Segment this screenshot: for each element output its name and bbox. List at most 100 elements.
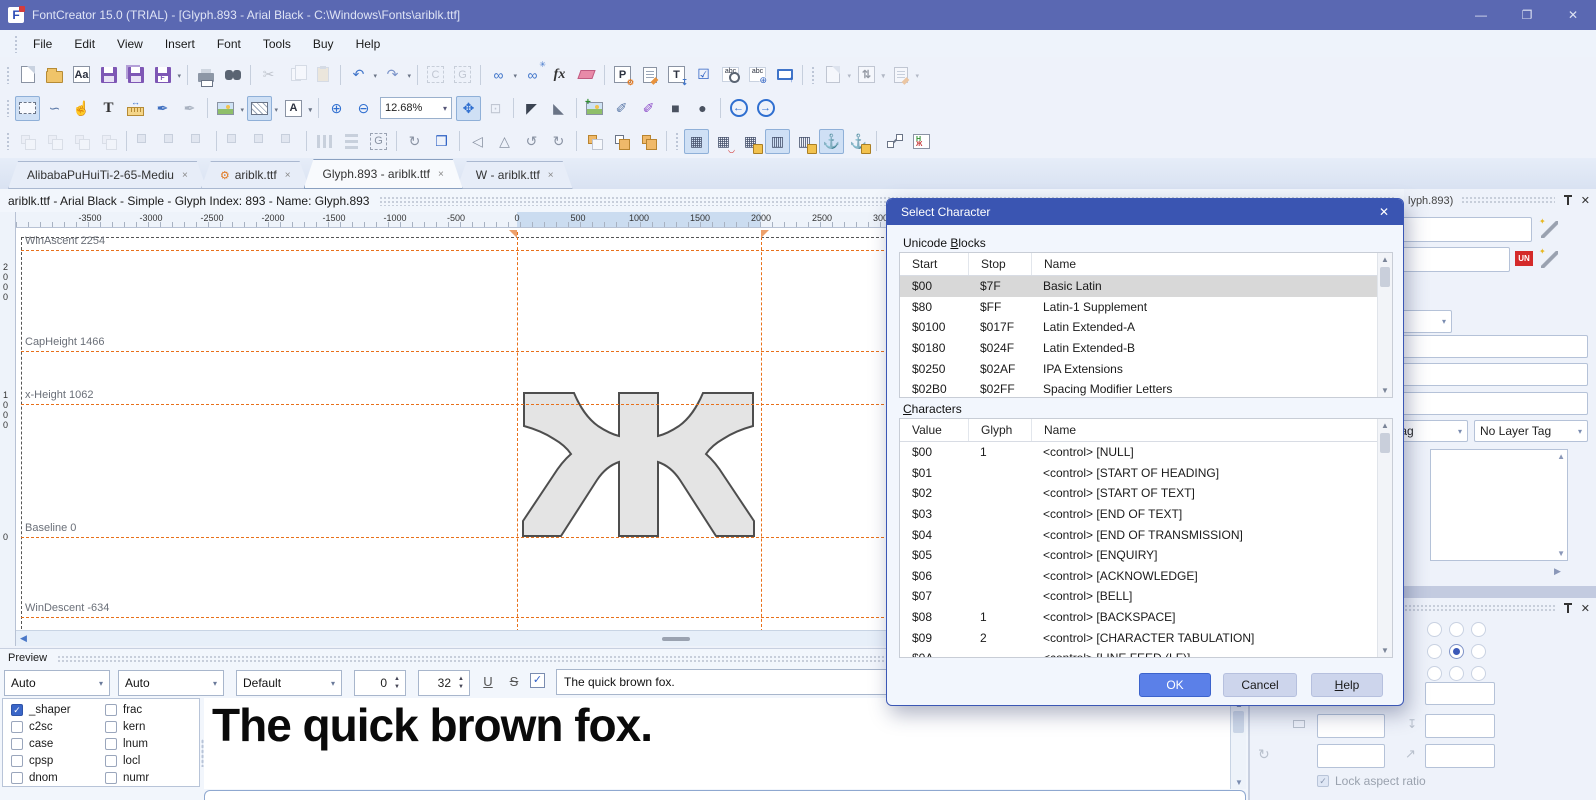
menu-item-edit[interactable]: Edit <box>63 33 106 55</box>
pan-tool-button[interactable]: ☝ <box>69 96 94 121</box>
rotation-field[interactable] <box>1317 744 1385 768</box>
scrollbar-thumb[interactable] <box>1380 267 1390 287</box>
scroll-up-icon[interactable]: ▲ <box>1557 452 1565 461</box>
lock-anchors-button[interactable]: ⚓ <box>846 129 871 154</box>
scrollbar-thumb[interactable] <box>1380 433 1390 453</box>
sidebearing-marker-icon[interactable] <box>509 230 517 238</box>
measure-tool-button[interactable] <box>123 96 148 121</box>
copy-button[interactable] <box>283 62 308 87</box>
flip-vertical-button[interactable]: △ <box>492 129 517 154</box>
table-row[interactable]: $01<control> [START OF HEADING] <box>900 463 1377 484</box>
width-field[interactable] <box>1317 714 1385 738</box>
dropdown-caret-icon[interactable]: ▾ <box>513 72 517 80</box>
draw-brush-button[interactable]: ✐ <box>636 96 661 121</box>
preview-text-area[interactable]: The quick brown fox. <box>204 698 1230 789</box>
insert-composite-member-button[interactable]: G <box>366 129 391 154</box>
font-color-button[interactable]: A▾ <box>281 96 306 121</box>
sort-glyphs-button[interactable]: ⇅▾ <box>854 62 879 87</box>
tab-close-icon[interactable]: × <box>438 169 444 180</box>
scroll-down-icon[interactable]: ▼ <box>1557 549 1565 558</box>
feature-lnum[interactable]: lnum <box>105 738 148 750</box>
feature-kern[interactable]: kern <box>105 721 145 733</box>
origin-radio-2-0[interactable] <box>1427 666 1442 681</box>
table-row[interactable]: $0100$017FLatin Extended-A <box>900 317 1377 338</box>
expand-icon[interactable]: ▶ <box>1554 566 1561 577</box>
table-scrollbar[interactable]: ▲▼ <box>1377 253 1392 397</box>
show-points-button[interactable]: ◣ <box>546 96 571 121</box>
bring-to-front-button[interactable] <box>15 129 40 154</box>
magic-wand-icon[interactable] <box>1541 251 1558 268</box>
glyph-transformer-button[interactable]: T↧ <box>664 62 689 87</box>
tracking-spinner[interactable]: 0▲▼ <box>354 670 406 696</box>
draw-rectangle-button[interactable]: ■ <box>663 96 688 121</box>
web-preview-button[interactable]: abc <box>745 62 770 87</box>
origin-radio-0-0[interactable] <box>1427 622 1442 637</box>
feature-checkbox[interactable] <box>105 755 117 767</box>
pin-icon[interactable] <box>1563 195 1573 207</box>
scrollbar-thumb[interactable] <box>662 637 690 641</box>
fill-options-button[interactable]: ▾ <box>247 96 272 121</box>
table-row[interactable]: $0180$024FLatin Extended-B <box>900 338 1377 359</box>
align-center-button[interactable] <box>159 129 184 154</box>
ok-button[interactable]: OK <box>1139 673 1211 697</box>
lock-grid-button[interactable]: ▦ <box>738 129 763 154</box>
origin-radio-1-2[interactable] <box>1471 644 1486 659</box>
feature-checkbox[interactable] <box>11 721 23 733</box>
menu-item-buy[interactable]: Buy <box>302 33 345 55</box>
sidebearing-guide[interactable] <box>517 232 518 630</box>
select-tool-button[interactable] <box>15 96 40 121</box>
feature-frac[interactable]: frac <box>105 704 142 716</box>
feature-c2sc[interactable]: c2sc <box>11 721 53 733</box>
underline-button[interactable]: U <box>483 674 492 689</box>
table-row[interactable]: $03<control> [END OF TEXT] <box>900 504 1377 525</box>
dropdown-caret-icon[interactable]: ▾ <box>240 106 244 114</box>
origin-radio-0-2[interactable] <box>1471 622 1486 637</box>
tab-close-icon[interactable]: × <box>548 170 554 181</box>
find-glyph-button[interactable] <box>220 62 245 87</box>
column-header-stop[interactable]: Stop <box>968 253 1031 275</box>
tab-w-ariblk-ttf[interactable]: W - ariblk.ttf× <box>457 161 573 189</box>
new-font-button[interactable] <box>15 62 40 87</box>
previous-glyph-button[interactable]: ← <box>726 96 751 121</box>
lock-guidelines-button[interactable]: ▥ <box>792 129 817 154</box>
align-left-button[interactable] <box>132 129 157 154</box>
distribute-vertically-button[interactable] <box>339 129 364 154</box>
sidebearing-guide[interactable] <box>761 232 762 630</box>
table-row[interactable]: $05<control> [ENQUIRY] <box>900 545 1377 566</box>
spinner-arrows-icon[interactable]: ▲▼ <box>455 675 469 691</box>
tab-close-icon[interactable]: × <box>285 170 291 181</box>
transform-y-field[interactable] <box>1425 682 1495 705</box>
freehand-tool-button[interactable]: ∽ <box>42 96 67 121</box>
feature-checkbox[interactable] <box>11 738 23 750</box>
table-row[interactable]: $02<control> [START OF TEXT] <box>900 483 1377 504</box>
script-combobox[interactable]: Auto▾ <box>4 670 110 696</box>
layer-tag-dropdown[interactable]: No Layer Tag ▾ <box>1474 420 1588 442</box>
exclude-contours-button[interactable] <box>636 129 661 154</box>
glyph-overview-button[interactable]: ▾ <box>888 62 913 87</box>
table-row[interactable]: $001<control> [NULL] <box>900 442 1377 463</box>
copy-glyph-button[interactable]: G <box>450 62 475 87</box>
pin-icon[interactable] <box>1563 603 1573 615</box>
align-middle-button[interactable] <box>249 129 274 154</box>
menu-item-help[interactable]: Help <box>345 33 392 55</box>
feature-cpsp[interactable]: cpsp <box>11 755 53 767</box>
dialog-title-bar[interactable]: Select Character ✕ <box>887 199 1403 225</box>
contour-operations-button[interactable] <box>882 129 907 154</box>
form-editor-button[interactable] <box>637 62 662 87</box>
send-to-back-button[interactable] <box>42 129 67 154</box>
menu-item-file[interactable]: File <box>22 33 63 55</box>
language-combobox[interactable]: Auto▾ <box>118 670 224 696</box>
insert-image-button[interactable] <box>582 96 607 121</box>
save-button[interactable] <box>96 62 121 87</box>
column-header-name[interactable]: Name <box>1031 419 1377 441</box>
show-guidelines-button[interactable]: ▥ <box>765 129 790 154</box>
maximize-icon[interactable]: ❐ <box>1504 0 1550 30</box>
strikeout-button[interactable]: S <box>510 674 519 689</box>
rotate-clockwise-button[interactable]: ↻ <box>546 129 571 154</box>
align-top-button[interactable] <box>222 129 247 154</box>
show-filled-button[interactable]: ◤ <box>519 96 544 121</box>
origin-radio-2-2[interactable] <box>1471 666 1486 681</box>
table-row[interactable]: $02B0$02FFSpacing Modifier Letters <box>900 379 1377 398</box>
preview-splitter-grip[interactable] <box>201 739 204 767</box>
distribute-horizontally-button[interactable] <box>312 129 337 154</box>
